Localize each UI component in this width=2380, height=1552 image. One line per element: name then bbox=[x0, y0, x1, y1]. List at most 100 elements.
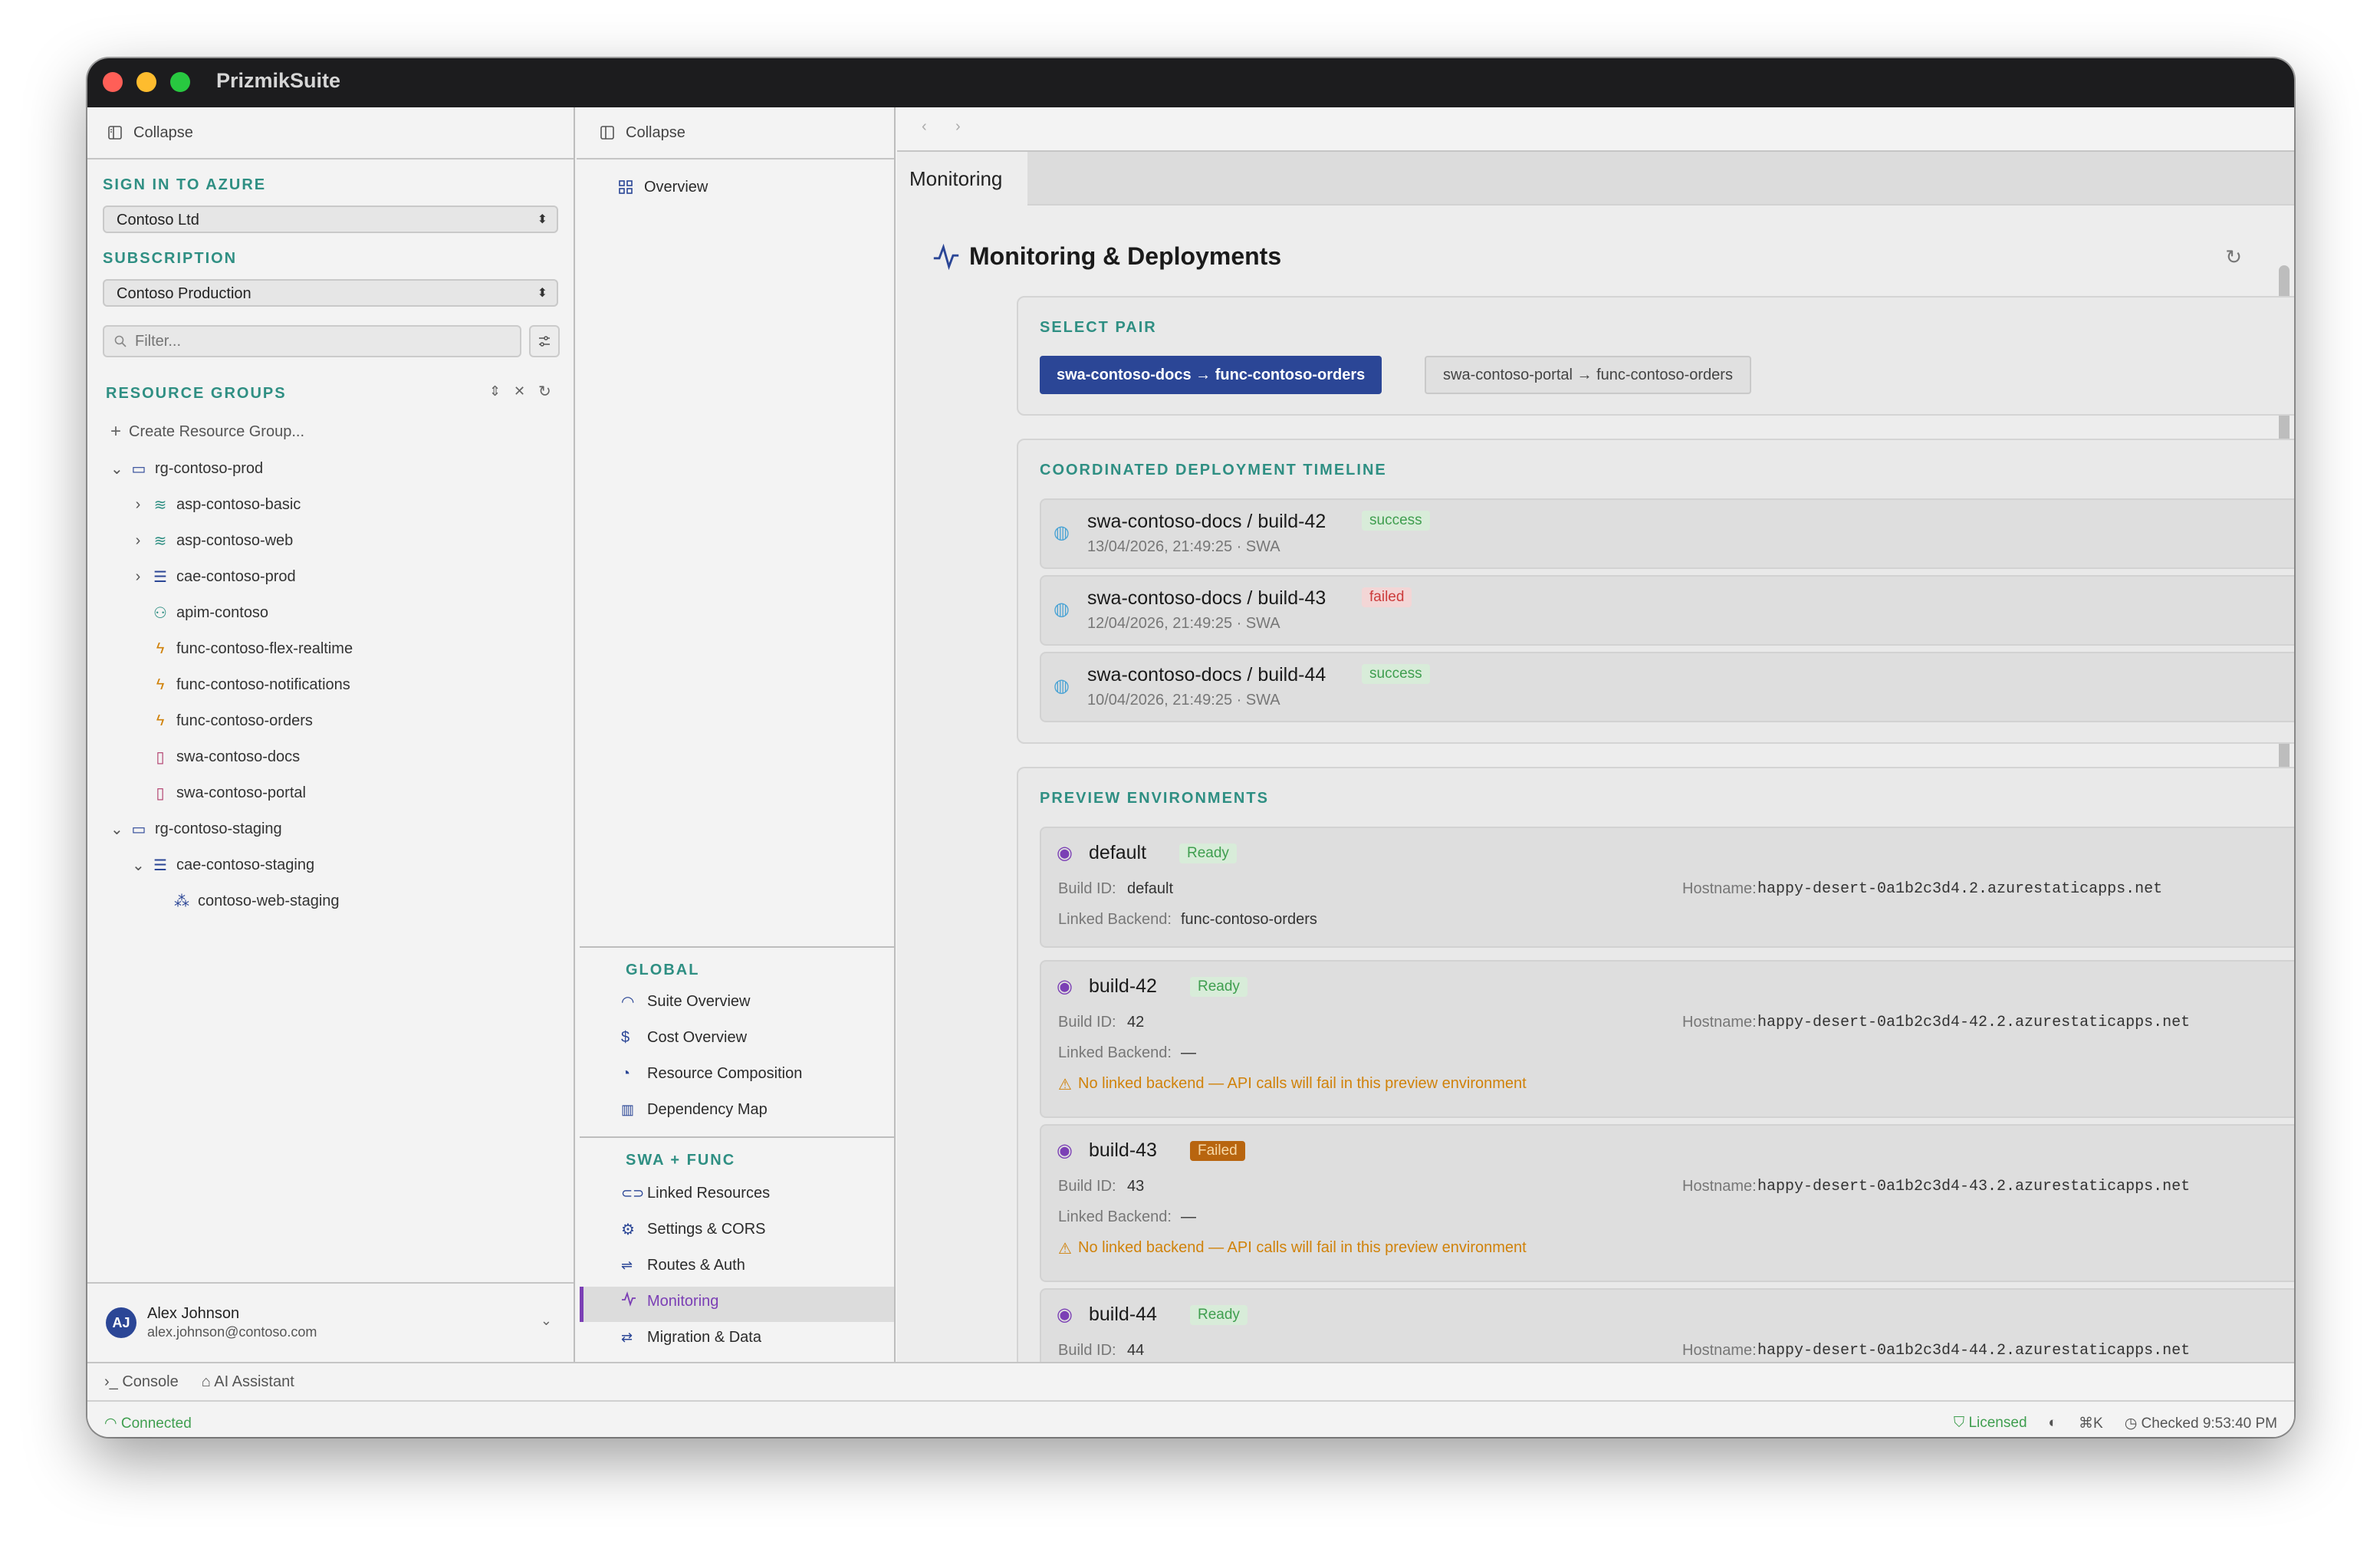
pair-button[interactable]: swa-contoso-portal → func-contoso-orders bbox=[1425, 356, 1751, 394]
sidebar-icon bbox=[107, 125, 123, 140]
command-palette-shortcut[interactable]: ⌘K bbox=[2079, 1415, 2103, 1432]
chevron-right-icon[interactable]: › bbox=[132, 532, 144, 550]
tab-monitoring[interactable]: Monitoring bbox=[897, 152, 1027, 206]
build-id-value: 44 bbox=[1127, 1342, 1145, 1359]
console-label: Console bbox=[122, 1373, 179, 1390]
arrows-icon: ⇄ bbox=[621, 1329, 633, 1345]
bolt-icon: ϟ bbox=[156, 712, 165, 729]
tree-item-func-contoso-orders[interactable]: ϟ func-contoso-orders bbox=[132, 709, 313, 732]
tab-strip: Monitoring bbox=[897, 152, 2294, 206]
bolt-icon: ϟ bbox=[156, 640, 165, 657]
nav-monitoring[interactable]: Monitoring bbox=[621, 1289, 718, 1314]
nav-cost-overview[interactable]: $ Cost Overview bbox=[621, 1025, 747, 1050]
pair-button-active[interactable]: swa-contoso-docs → func-contoso-orders bbox=[1040, 356, 1382, 394]
build-id-label: Build ID: bbox=[1058, 1014, 1116, 1031]
chevron-down-icon[interactable]: ⌄ bbox=[132, 856, 145, 875]
chevron-right-icon[interactable]: › bbox=[132, 496, 144, 514]
minimize-window-button[interactable] bbox=[136, 72, 156, 92]
navigation-pane: Collapse Overview GLOBAL ◠ Suite Overview… bbox=[577, 107, 896, 1362]
refresh-icon[interactable]: ↻ bbox=[538, 382, 551, 401]
expand-all-icon[interactable]: ⇕ bbox=[489, 383, 501, 400]
nav-dependency-map[interactable]: ▥ Dependency Map bbox=[621, 1097, 768, 1122]
tree-item-apim-contoso[interactable]: ⚇ apim-contoso bbox=[132, 601, 268, 624]
tree-item-label: asp-contoso-web bbox=[176, 531, 294, 549]
forward-icon[interactable]: › bbox=[955, 118, 961, 136]
linked-backend-label: Linked Backend: bbox=[1058, 1208, 1172, 1225]
eye-icon[interactable]: ◉ bbox=[1057, 1304, 1073, 1326]
warning-text: No linked backend — API calls will fail … bbox=[1078, 1239, 1527, 1256]
app-title: PrizmikSuite bbox=[216, 69, 341, 92]
tree-item-func-contoso-notifications[interactable]: ϟ func-contoso-notifications bbox=[132, 673, 350, 696]
tree-item-asp-contoso-basic[interactable]: › ≋ asp-contoso-basic bbox=[132, 493, 301, 516]
globe-icon: ◍ bbox=[1054, 599, 1070, 620]
build-id-value: default bbox=[1127, 880, 1174, 897]
timeline-item[interactable]: ◍ swa-contoso-docs / build-44 success 10/04… bbox=[1040, 652, 2294, 722]
layers-icon: ≋ bbox=[153, 496, 167, 514]
tenant-select[interactable]: Contoso Ltd ⬍ bbox=[103, 206, 558, 233]
hostname-value: happy-desert-0a1b2c3d4-42.2.azurestatica… bbox=[1757, 1014, 2191, 1031]
connection-status: ◠ Connected bbox=[104, 1415, 192, 1432]
tree-item-asp-contoso-web[interactable]: › ≋ asp-contoso-web bbox=[132, 529, 294, 552]
environment-name: build-42 bbox=[1089, 975, 1157, 997]
nav-linked-resources[interactable]: ⊂⊃ Linked Resources bbox=[621, 1181, 770, 1205]
tree-item-cae-contoso-staging[interactable]: ⌄ ☰ cae-contoso-staging bbox=[132, 853, 314, 876]
subscription-select[interactable]: Contoso Production ⬍ bbox=[103, 279, 558, 307]
timeline-item[interactable]: ◍ swa-contoso-docs / build-42 success 13/04… bbox=[1040, 498, 2294, 569]
build-id-value: 43 bbox=[1127, 1178, 1145, 1195]
filter-input[interactable] bbox=[135, 332, 495, 350]
zoom-window-button[interactable] bbox=[170, 72, 190, 92]
create-resource-group-button[interactable]: + Create Resource Group... bbox=[110, 420, 304, 443]
map-icon: ▥ bbox=[621, 1101, 635, 1117]
close-window-button[interactable] bbox=[103, 72, 123, 92]
collapse-all-icon[interactable]: ✕ bbox=[514, 383, 525, 400]
timeline-item[interactable]: ◍ swa-contoso-docs / build-43 failed 12/04/… bbox=[1040, 575, 2294, 646]
tree-item-cae-contoso-prod[interactable]: › ☰ cae-contoso-prod bbox=[132, 565, 296, 588]
hostname-label: Hostname: bbox=[1682, 880, 1757, 897]
nav-routes-auth[interactable]: ⇌ Routes & Auth bbox=[621, 1253, 745, 1277]
status-badge: success bbox=[1362, 664, 1430, 684]
user-profile[interactable]: AJ Alex Johnson alex.johnson@contoso.com… bbox=[87, 1282, 574, 1362]
chevron-down-icon[interactable]: ⌄ bbox=[110, 820, 123, 839]
resource-sidebar: Collapse SIGN IN TO AZURE Contoso Ltd ⬍ S… bbox=[87, 107, 575, 1362]
tree-item-swa-contoso-portal[interactable]: ▯ swa-contoso-portal bbox=[132, 781, 305, 804]
folder-icon: ▭ bbox=[131, 820, 146, 838]
filter-options-button[interactable] bbox=[529, 325, 560, 357]
tree-item-contoso-web-staging[interactable]: ⁂ contoso-web-staging bbox=[153, 889, 340, 912]
tree-item-swa-contoso-docs[interactable]: ▯ swa-contoso-docs bbox=[132, 745, 300, 768]
chevron-right-icon[interactable]: › bbox=[132, 568, 144, 586]
refresh-icon[interactable]: ↻ bbox=[2225, 245, 2242, 269]
nav-overview[interactable]: Overview bbox=[618, 175, 708, 199]
bottom-bar: ›_ Console ⌂ AI Assistant ◠ Connected ⛉ … bbox=[87, 1362, 2294, 1437]
license-status[interactable]: ⛉ Licensed bbox=[1954, 1415, 2027, 1432]
collapse-left-button[interactable]: Collapse bbox=[87, 107, 574, 159]
tree-item-rg-contoso-prod[interactable]: ⌄ ▭ rg-contoso-prod bbox=[110, 457, 263, 480]
chevron-down-icon[interactable]: ⌄ bbox=[541, 1313, 552, 1329]
eye-icon[interactable]: ◉ bbox=[1057, 1139, 1073, 1162]
eye-icon[interactable]: ◉ bbox=[1057, 842, 1073, 864]
tree-item-func-contoso-flex-realtime[interactable]: ϟ func-contoso-flex-realtime bbox=[132, 637, 353, 660]
nav-migration-data[interactable]: ⇄ Migration & Data bbox=[621, 1325, 761, 1350]
collapse-mid-button[interactable]: Collapse bbox=[577, 107, 894, 159]
preview-heading: PREVIEW ENVIRONMENTS bbox=[1040, 790, 1269, 807]
nav-resource-composition[interactable]: ◔ Resource Composition bbox=[621, 1061, 802, 1086]
subscription-value: Contoso Production bbox=[117, 285, 251, 302]
chevron-down-icon[interactable]: ⌄ bbox=[110, 459, 123, 478]
filter-field[interactable] bbox=[103, 325, 521, 357]
timeline-meta: 13/04/2026, 21:49:25 · SWA bbox=[1087, 538, 1280, 555]
tree-item-rg-contoso-staging[interactable]: ⌄ ▭ rg-contoso-staging bbox=[110, 817, 282, 840]
back-icon[interactable]: ‹ bbox=[922, 118, 927, 136]
tree-item-label: func-contoso-orders bbox=[176, 712, 313, 729]
tree-item-label: contoso-web-staging bbox=[198, 892, 340, 909]
console-tab[interactable]: ›_ Console bbox=[104, 1373, 179, 1391]
eye-icon[interactable]: ◉ bbox=[1057, 975, 1073, 998]
theme-toggle-icon[interactable]: ◐ bbox=[2049, 1415, 2057, 1432]
status-badge: success bbox=[1362, 511, 1430, 531]
checked-label: Checked 9:53:40 PM bbox=[2141, 1416, 2277, 1432]
file-icon: ▯ bbox=[156, 748, 165, 766]
nav-settings-cors[interactable]: ⚙ Settings & CORS bbox=[621, 1217, 766, 1241]
chevron-updown-icon: ⬍ bbox=[537, 213, 547, 226]
hostname-label: Hostname: bbox=[1682, 1014, 1757, 1031]
nav-suite-overview[interactable]: ◠ Suite Overview bbox=[621, 989, 751, 1014]
status-badge: Failed bbox=[1190, 1141, 1245, 1161]
ai-assistant-tab[interactable]: ⌂ AI Assistant bbox=[202, 1373, 294, 1391]
